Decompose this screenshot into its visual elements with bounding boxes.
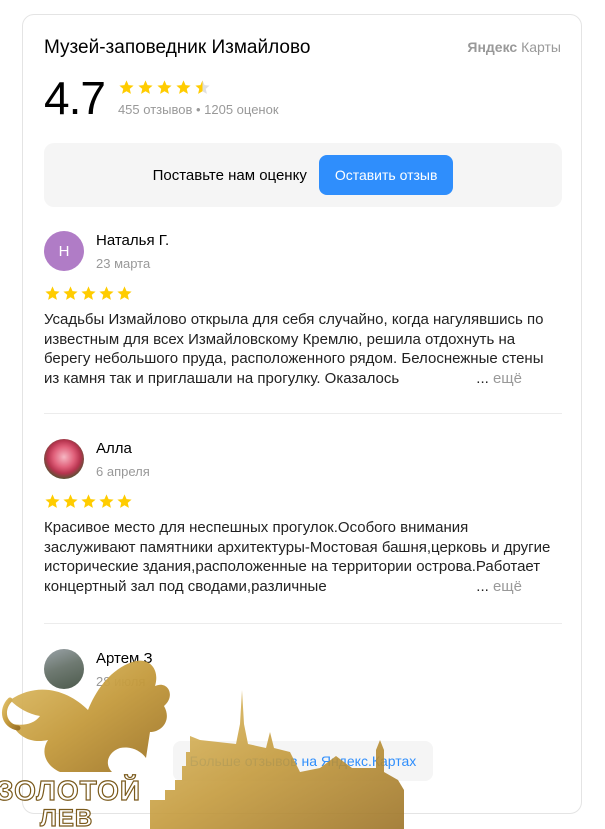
rating-meta: 455 отзывов • 1205 оценок xyxy=(118,79,279,117)
review-author[interactable]: Алла xyxy=(96,440,150,457)
star-icon xyxy=(117,286,132,300)
rate-us-text: Поставьте нам оценку xyxy=(152,166,307,184)
yandex-maps-logo[interactable]: Яндекс Карты xyxy=(467,39,561,55)
review-stars xyxy=(44,493,562,510)
star-icon xyxy=(117,494,132,508)
review-date: 6 апреля xyxy=(96,464,150,479)
star-icon xyxy=(45,494,60,508)
star-icon xyxy=(99,286,114,300)
leave-review-button[interactable]: Оставить отзыв xyxy=(318,155,454,195)
star-icon xyxy=(99,494,114,508)
review-date: 23 марта xyxy=(96,256,151,271)
star-icon xyxy=(176,80,191,94)
star-icon xyxy=(195,80,210,94)
avatar[interactable] xyxy=(44,649,84,689)
review-text: Красивое место для неспешных прогулок.Ос… xyxy=(44,519,551,596)
review-item: Н Наталья Г. 23 марта Усадьбы Измайлово … xyxy=(44,231,562,388)
rating-value: 4.7 xyxy=(44,72,106,124)
star-icon xyxy=(138,80,153,94)
star-icon xyxy=(81,494,96,508)
more-reviews-button[interactable]: Больше отзывов на Яндекс.Картах xyxy=(173,741,433,781)
star-icon xyxy=(119,80,134,94)
avatar[interactable]: Н xyxy=(44,231,84,271)
star-icon xyxy=(63,494,78,508)
review-item: Алла 6 апреля Красивое место для неспешн… xyxy=(44,439,562,596)
review-author[interactable]: Артем З xyxy=(96,650,153,667)
reviews-widget: Музей-заповедник Измайлово Яндекс Карты … xyxy=(22,14,582,814)
review-stars xyxy=(44,285,562,302)
ratings-count: 1205 оценок xyxy=(204,102,279,117)
widget-header: Музей-заповедник Измайлово Яндекс Карты xyxy=(44,37,561,59)
avatar[interactable] xyxy=(44,439,84,479)
star-icon xyxy=(157,80,172,94)
review-item: Артем З 28 июля xyxy=(44,649,562,689)
star-icon xyxy=(81,286,96,300)
review-date: 28 июля xyxy=(96,674,146,689)
reviews-count: 455 отзывов xyxy=(117,102,193,117)
more-link[interactable]: ... ещё xyxy=(450,368,522,388)
star-icon xyxy=(63,286,78,300)
rating-summary: 4.7 455 отзывов • 1205 оценок xyxy=(44,73,279,123)
review-author[interactable]: Наталья Г. xyxy=(96,232,169,249)
rating-stars xyxy=(118,79,279,96)
star-icon xyxy=(45,286,60,300)
rating-counts: 455 отзывов • 1205 оценок xyxy=(117,102,279,117)
lion-tail xyxy=(1,697,21,731)
divider xyxy=(44,623,562,624)
review-text: Усадьбы Измайлово открыла для себя случа… xyxy=(44,311,544,388)
divider xyxy=(44,413,562,414)
rate-us-panel: Поставьте нам оценку Оставить отзыв xyxy=(44,143,562,207)
more-link[interactable]: ... ещё xyxy=(450,576,522,596)
